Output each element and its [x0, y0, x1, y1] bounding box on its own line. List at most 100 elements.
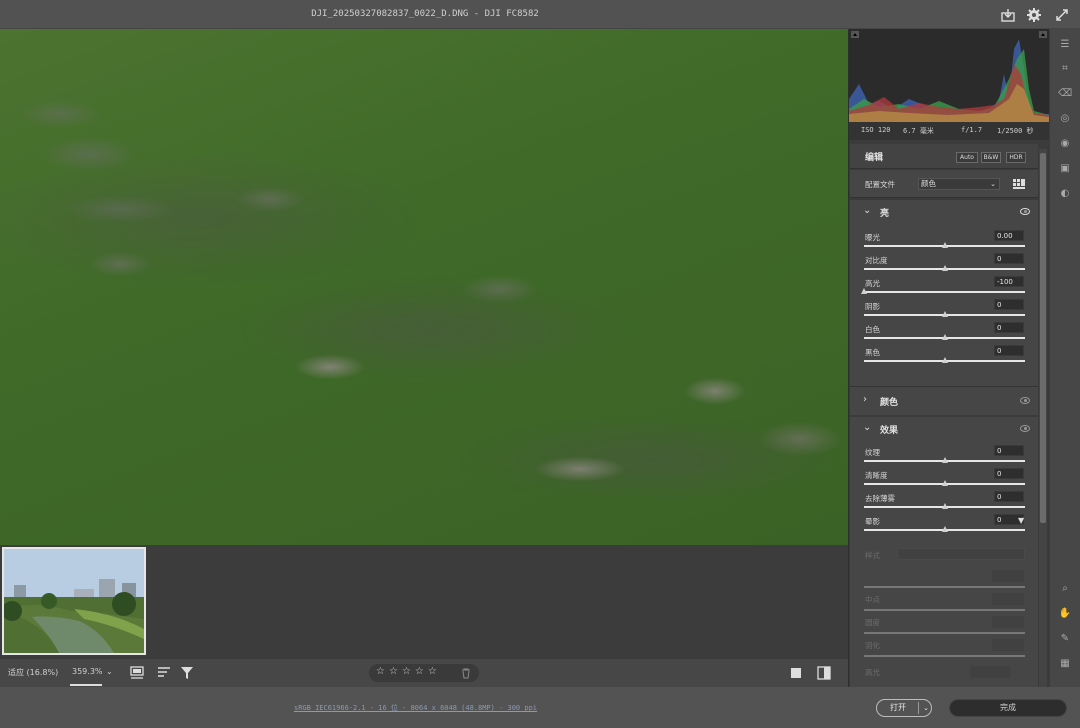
vignette-expand-icon[interactable]: ▼: [1018, 516, 1024, 525]
slider-handle[interactable]: [941, 480, 948, 486]
chevron-right-icon[interactable]: ›: [863, 394, 867, 405]
slider-handle[interactable]: [941, 265, 948, 271]
panel-scrollbar[interactable]: [1039, 149, 1047, 687]
gear-icon[interactable]: [1026, 7, 1042, 23]
slider-label: 黑色: [865, 348, 880, 357]
chevron-down-icon[interactable]: ⌄: [923, 700, 929, 716]
disabled-track: [864, 609, 1025, 611]
vignette-style-select[interactable]: [897, 548, 1025, 560]
light-section: ⌄ 亮 曝光 0.00 对比度 0 高光 -100 阴影 0 白色 0 黑色 0: [850, 200, 1038, 387]
slider-value[interactable]: 0: [994, 491, 1024, 502]
image-info-link[interactable]: sRGB IEC61966-2.1 - 16 位 - 8064 x 6048 (…: [294, 703, 537, 713]
color-section: › 颜色: [850, 387, 1038, 415]
scroll-thumb[interactable]: [1040, 153, 1046, 523]
slider-handle[interactable]: [941, 526, 948, 532]
edit-sliders-icon[interactable]: ☰: [1058, 38, 1072, 52]
single-view-icon[interactable]: [790, 667, 802, 679]
auto-button[interactable]: Auto: [956, 152, 978, 163]
disabled-label: 圆度: [865, 618, 880, 627]
slider-row: 对比度 0: [850, 253, 1038, 276]
mask-icon[interactable]: ◎: [1058, 112, 1072, 126]
zoom-dropdown-icon[interactable]: ⌄: [106, 667, 113, 676]
bw-button[interactable]: B&W: [981, 152, 1001, 163]
zoom-icon[interactable]: ⌕: [1058, 582, 1072, 596]
slider-label: 清晰度: [865, 471, 888, 480]
slider-value[interactable]: 0: [994, 299, 1024, 310]
rating-star[interactable]: ☆: [402, 666, 415, 677]
title-bar: DJI_20250327082837_0022_D.DNG - DJI FC85…: [0, 0, 1080, 29]
slider-value[interactable]: 0: [994, 322, 1024, 333]
eye-icon[interactable]: [1020, 208, 1030, 215]
profile-select[interactable]: 颜色 ⌄: [918, 178, 1000, 190]
slider-handle[interactable]: [941, 457, 948, 463]
slider-handle[interactable]: [941, 334, 948, 340]
grid-icon[interactable]: ▦: [1058, 657, 1072, 671]
histogram: [849, 29, 1049, 122]
slider-label: 白色: [865, 325, 880, 334]
disabled-label: 羽化: [865, 641, 880, 650]
snapshots-icon[interactable]: ▣: [1058, 162, 1072, 176]
effects-header[interactable]: ⌄ 效果: [850, 417, 1038, 441]
filmstrip-toggle-icon[interactable]: [130, 666, 146, 680]
filter-icon[interactable]: [180, 666, 196, 680]
color-header[interactable]: › 颜色: [850, 387, 1038, 415]
open-button[interactable]: 打开 ⌄: [876, 699, 932, 717]
slider-value[interactable]: 0: [994, 445, 1024, 456]
image-canvas[interactable]: [0, 29, 848, 545]
slider-row: 晕影 0: [850, 514, 1038, 537]
trash-icon[interactable]: [461, 668, 471, 679]
save-image-icon[interactable]: [1000, 7, 1016, 23]
slider-value[interactable]: 0: [994, 253, 1024, 264]
compare-view-icon[interactable]: [817, 666, 831, 680]
slider-handle[interactable]: [941, 242, 948, 248]
sort-icon[interactable]: [157, 666, 173, 680]
slider-label: 去除薄雾: [865, 494, 895, 503]
red-eye-icon[interactable]: ◉: [1058, 137, 1072, 151]
slider-row: 阴影 0: [850, 299, 1038, 322]
slider-value[interactable]: -100: [994, 276, 1024, 287]
slider-row: 高光 -100: [850, 276, 1038, 299]
disabled-track: [864, 632, 1025, 634]
eraser-icon[interactable]: ⌫: [1058, 87, 1072, 101]
eyedropper-icon[interactable]: ✎: [1058, 632, 1072, 646]
crop-icon[interactable]: ⌗: [1058, 62, 1072, 76]
light-header[interactable]: ⌄ 亮: [850, 200, 1038, 224]
slider-row: 黑色 0: [850, 345, 1038, 368]
chevron-down-icon[interactable]: ⌄: [863, 422, 871, 433]
eye-icon[interactable]: [1020, 425, 1030, 432]
rating-star[interactable]: ☆: [376, 666, 389, 677]
slider-value[interactable]: 0: [994, 345, 1024, 356]
presets-icon[interactable]: ◐: [1058, 187, 1072, 201]
slider-handle[interactable]: [941, 503, 948, 509]
hdr-button[interactable]: HDR: [1006, 152, 1026, 163]
slider-value[interactable]: 0: [994, 468, 1024, 479]
slider-handle[interactable]: [861, 288, 867, 294]
fullscreen-icon[interactable]: [1054, 7, 1070, 23]
profile-row: 配置文件 颜色 ⌄: [850, 170, 1038, 198]
edit-panel: ISO 120 6.7 毫米 f/1.7 1/2500 秒 编辑 Auto B&…: [848, 29, 1050, 687]
eye-icon[interactable]: [1020, 397, 1030, 404]
rating-star[interactable]: ☆: [389, 666, 402, 677]
rating-star[interactable]: ☆: [415, 666, 428, 677]
hand-icon[interactable]: ✋: [1058, 607, 1072, 621]
slider-track[interactable]: [864, 291, 1025, 293]
disabled-value: [992, 639, 1024, 651]
slider-row: 白色 0: [850, 322, 1038, 345]
zoom-level[interactable]: 359.3%: [72, 667, 103, 676]
filmstrip-thumbnail[interactable]: [2, 547, 146, 655]
window-title: DJI_20250327082837_0022_D.DNG - DJI FC85…: [311, 9, 539, 19]
focal-length: 6.7 毫米: [903, 127, 934, 135]
slider-label: 曝光: [865, 233, 880, 242]
disabled-value: [992, 616, 1024, 628]
slider-value[interactable]: 0.00: [994, 230, 1024, 241]
fit-zoom-label[interactable]: 适应 (16.8%): [8, 667, 58, 678]
profile-browser-icon[interactable]: [1013, 179, 1025, 190]
slider-handle[interactable]: [941, 357, 948, 363]
chevron-down-icon[interactable]: ⌄: [863, 205, 871, 216]
done-button[interactable]: 完成: [949, 699, 1067, 717]
slider-row: 曝光 0.00: [850, 230, 1038, 253]
rating-bar: ☆☆☆☆☆: [369, 664, 479, 682]
slider-row: 清晰度 0: [850, 468, 1038, 491]
slider-handle[interactable]: [941, 311, 948, 317]
rating-star[interactable]: ☆: [428, 666, 441, 677]
